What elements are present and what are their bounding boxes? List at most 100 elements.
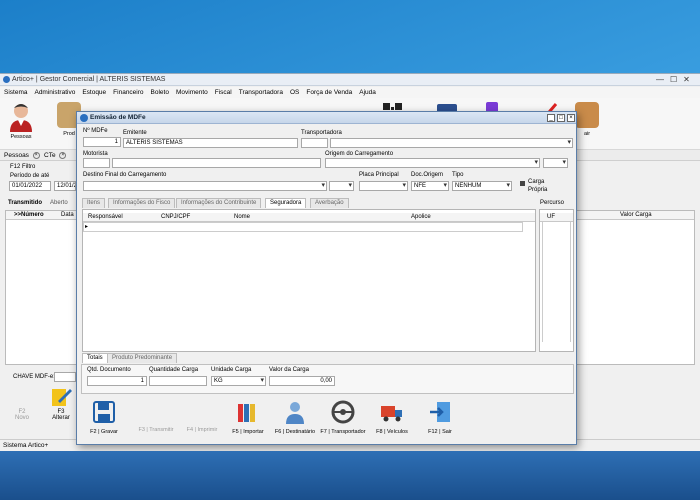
transmitir-button[interactable]: F3 | Transmitir: [133, 400, 179, 440]
col-cnpj-cpf[interactable]: CNPJ/CPF: [161, 214, 190, 220]
menu-fiscal[interactable]: Fiscal: [215, 89, 232, 96]
tab-seguradora[interactable]: Seguradora: [265, 198, 307, 208]
col-uf[interactable]: UF: [547, 214, 555, 220]
importar-button[interactable]: F5 | Importar: [225, 400, 271, 440]
date-to-input[interactable]: 12/01/2: [54, 181, 76, 191]
transportadora-select[interactable]: [330, 138, 573, 148]
alterar-button[interactable]: F3 Alterar: [48, 387, 74, 421]
unidade-carga-select[interactable]: KG: [211, 376, 266, 386]
close-icon[interactable]: ×: [567, 114, 575, 122]
sair-button[interactable]: F12 | Sair: [417, 400, 463, 440]
menu-financeiro[interactable]: Financeiro: [113, 89, 143, 96]
col-nome[interactable]: Nome: [234, 214, 250, 220]
minimize-icon[interactable]: —: [656, 75, 664, 84]
destinatario-button[interactable]: F6 | Destinatário: [272, 400, 318, 440]
transportadora-code-input[interactable]: [301, 138, 328, 148]
tab-pessoas[interactable]: Pessoas ×: [4, 152, 40, 159]
menu-sistema[interactable]: Sistema: [4, 89, 27, 96]
mdfe-dialog: Emissão de MDFe _ □ × Nº MDFe 1 Emitente…: [76, 111, 577, 445]
qtd-documento-input[interactable]: 1: [87, 376, 147, 386]
valor-carga-input[interactable]: 0,00: [269, 376, 335, 386]
pessoas-button[interactable]: Pessoas: [4, 102, 38, 148]
destino-city-select[interactable]: [83, 181, 327, 191]
quantidade-carga-label: Quantidade Carga: [149, 367, 199, 373]
tab-info-fisco[interactable]: Informações do Fisco: [108, 198, 176, 208]
col-data[interactable]: Data: [61, 212, 74, 218]
date-from-input[interactable]: 01/01/2022: [9, 181, 51, 191]
tab-aberto[interactable]: Aberto: [50, 200, 68, 206]
tab-cte[interactable]: CTe ×: [44, 152, 67, 160]
tab-transmitido[interactable]: Transmitido: [8, 200, 42, 206]
importar-label: F5 | Importar: [232, 429, 264, 435]
menu-transportadora[interactable]: Transportadora: [239, 89, 283, 96]
door-icon: [575, 102, 599, 128]
novo-button[interactable]: F2 Novo: [10, 409, 34, 421]
menu-administrativo[interactable]: Administrativo: [34, 89, 75, 96]
menu-movimento[interactable]: Movimento: [176, 89, 208, 96]
truck-icon: [381, 406, 402, 422]
col-numero[interactable]: >>Número: [14, 212, 44, 218]
binders-icon: [238, 404, 255, 422]
transportadora-label: Transportadora: [301, 130, 342, 136]
dialog-titlebar: Emissão de MDFe _ □ ×: [77, 112, 576, 124]
close-icon[interactable]: ×: [32, 152, 40, 159]
origem-uf-select[interactable]: [543, 158, 568, 168]
col-valor-carga[interactable]: Valor Carga: [620, 212, 652, 218]
percurso-grid[interactable]: UF: [539, 209, 574, 352]
imprimir-button[interactable]: F4 | Imprimir: [179, 400, 225, 440]
tab-produto-predominante[interactable]: Produto Predominante: [107, 353, 178, 363]
taskbar: [0, 451, 700, 500]
chave-mdfe-input[interactable]: [54, 372, 76, 382]
seguradora-grid[interactable]: Responsável CNPJ/CPF Nome Apolice ▸: [82, 209, 536, 352]
motorista-code-input[interactable]: [83, 158, 110, 168]
valor-carga-label: Valor da Carga: [269, 367, 309, 373]
close-icon[interactable]: ✕: [683, 75, 690, 84]
emitente-label: Emitente: [123, 130, 147, 136]
maximize-icon[interactable]: ☐: [670, 75, 677, 84]
table-row[interactable]: ▸: [83, 222, 523, 232]
tab-info-contribuinte[interactable]: Informações do Contribuinte: [176, 198, 262, 208]
tab-totais[interactable]: Totais: [82, 353, 108, 363]
origem-city-select[interactable]: [325, 158, 540, 168]
emitente-input[interactable]: ALTERIS SISTEMAS: [123, 138, 298, 148]
minimize-icon[interactable]: _: [547, 114, 555, 122]
close-icon[interactable]: ×: [59, 152, 67, 159]
maximize-icon[interactable]: □: [557, 114, 565, 122]
motorista-input[interactable]: [112, 158, 321, 168]
pessoas-label: Pessoas: [10, 134, 32, 140]
edit-icon: [52, 389, 72, 406]
destino-uf-select[interactable]: [329, 181, 354, 191]
tab-averbacao[interactable]: Averbação: [310, 198, 349, 208]
doc-origem-select[interactable]: NFE: [411, 181, 449, 191]
menu-forca-de-venda[interactable]: Força de Venda: [306, 89, 352, 96]
gravar-button[interactable]: F2 | Gravar: [81, 400, 127, 440]
menu-bar: Sistema Administrativo Estoque Financeir…: [0, 87, 700, 98]
carga-propria-checkbox[interactable]: [520, 181, 525, 186]
novo-label: Novo: [14, 415, 29, 421]
tipo-select[interactable]: NENHUM: [452, 181, 512, 191]
transportador-label: F7 | Transportador: [320, 429, 366, 435]
n-mdfe-label: Nº MDFe: [83, 128, 108, 134]
row-pointer-icon: ▸: [85, 224, 89, 230]
imprimir-label: F4 | Imprimir: [186, 427, 218, 433]
destino-label: Destino Final do Carregamento: [83, 172, 167, 178]
placa-label: Placa Principal: [359, 172, 399, 178]
placa-select[interactable]: [359, 181, 408, 191]
percurso-list[interactable]: [542, 222, 571, 342]
col-apolice[interactable]: Apolice: [411, 214, 431, 220]
col-responsavel[interactable]: Responsável: [88, 214, 123, 220]
quantidade-carga-input[interactable]: [149, 376, 207, 386]
menu-estoque[interactable]: Estoque: [82, 89, 106, 96]
f12-filter-label[interactable]: F12 Filtro: [10, 164, 35, 170]
transportador-button[interactable]: F7 | Transportador: [320, 400, 366, 440]
menu-ajuda[interactable]: Ajuda: [359, 89, 376, 96]
tab-itens[interactable]: Itens: [82, 198, 106, 208]
app-titlebar: Artico+ | Gestor Comercial | ALTERIS SIS…: [0, 74, 700, 86]
tab-cte-label: CTe: [44, 152, 56, 160]
n-mdfe-input[interactable]: 1: [83, 137, 121, 147]
veiculos-button[interactable]: F8 | Veículos: [369, 400, 415, 440]
origem-label: Origem do Carregamento: [325, 151, 394, 157]
gravar-label: F2 | Gravar: [90, 429, 118, 435]
menu-os[interactable]: OS: [290, 89, 299, 96]
menu-boleto[interactable]: Boleto: [151, 89, 169, 96]
